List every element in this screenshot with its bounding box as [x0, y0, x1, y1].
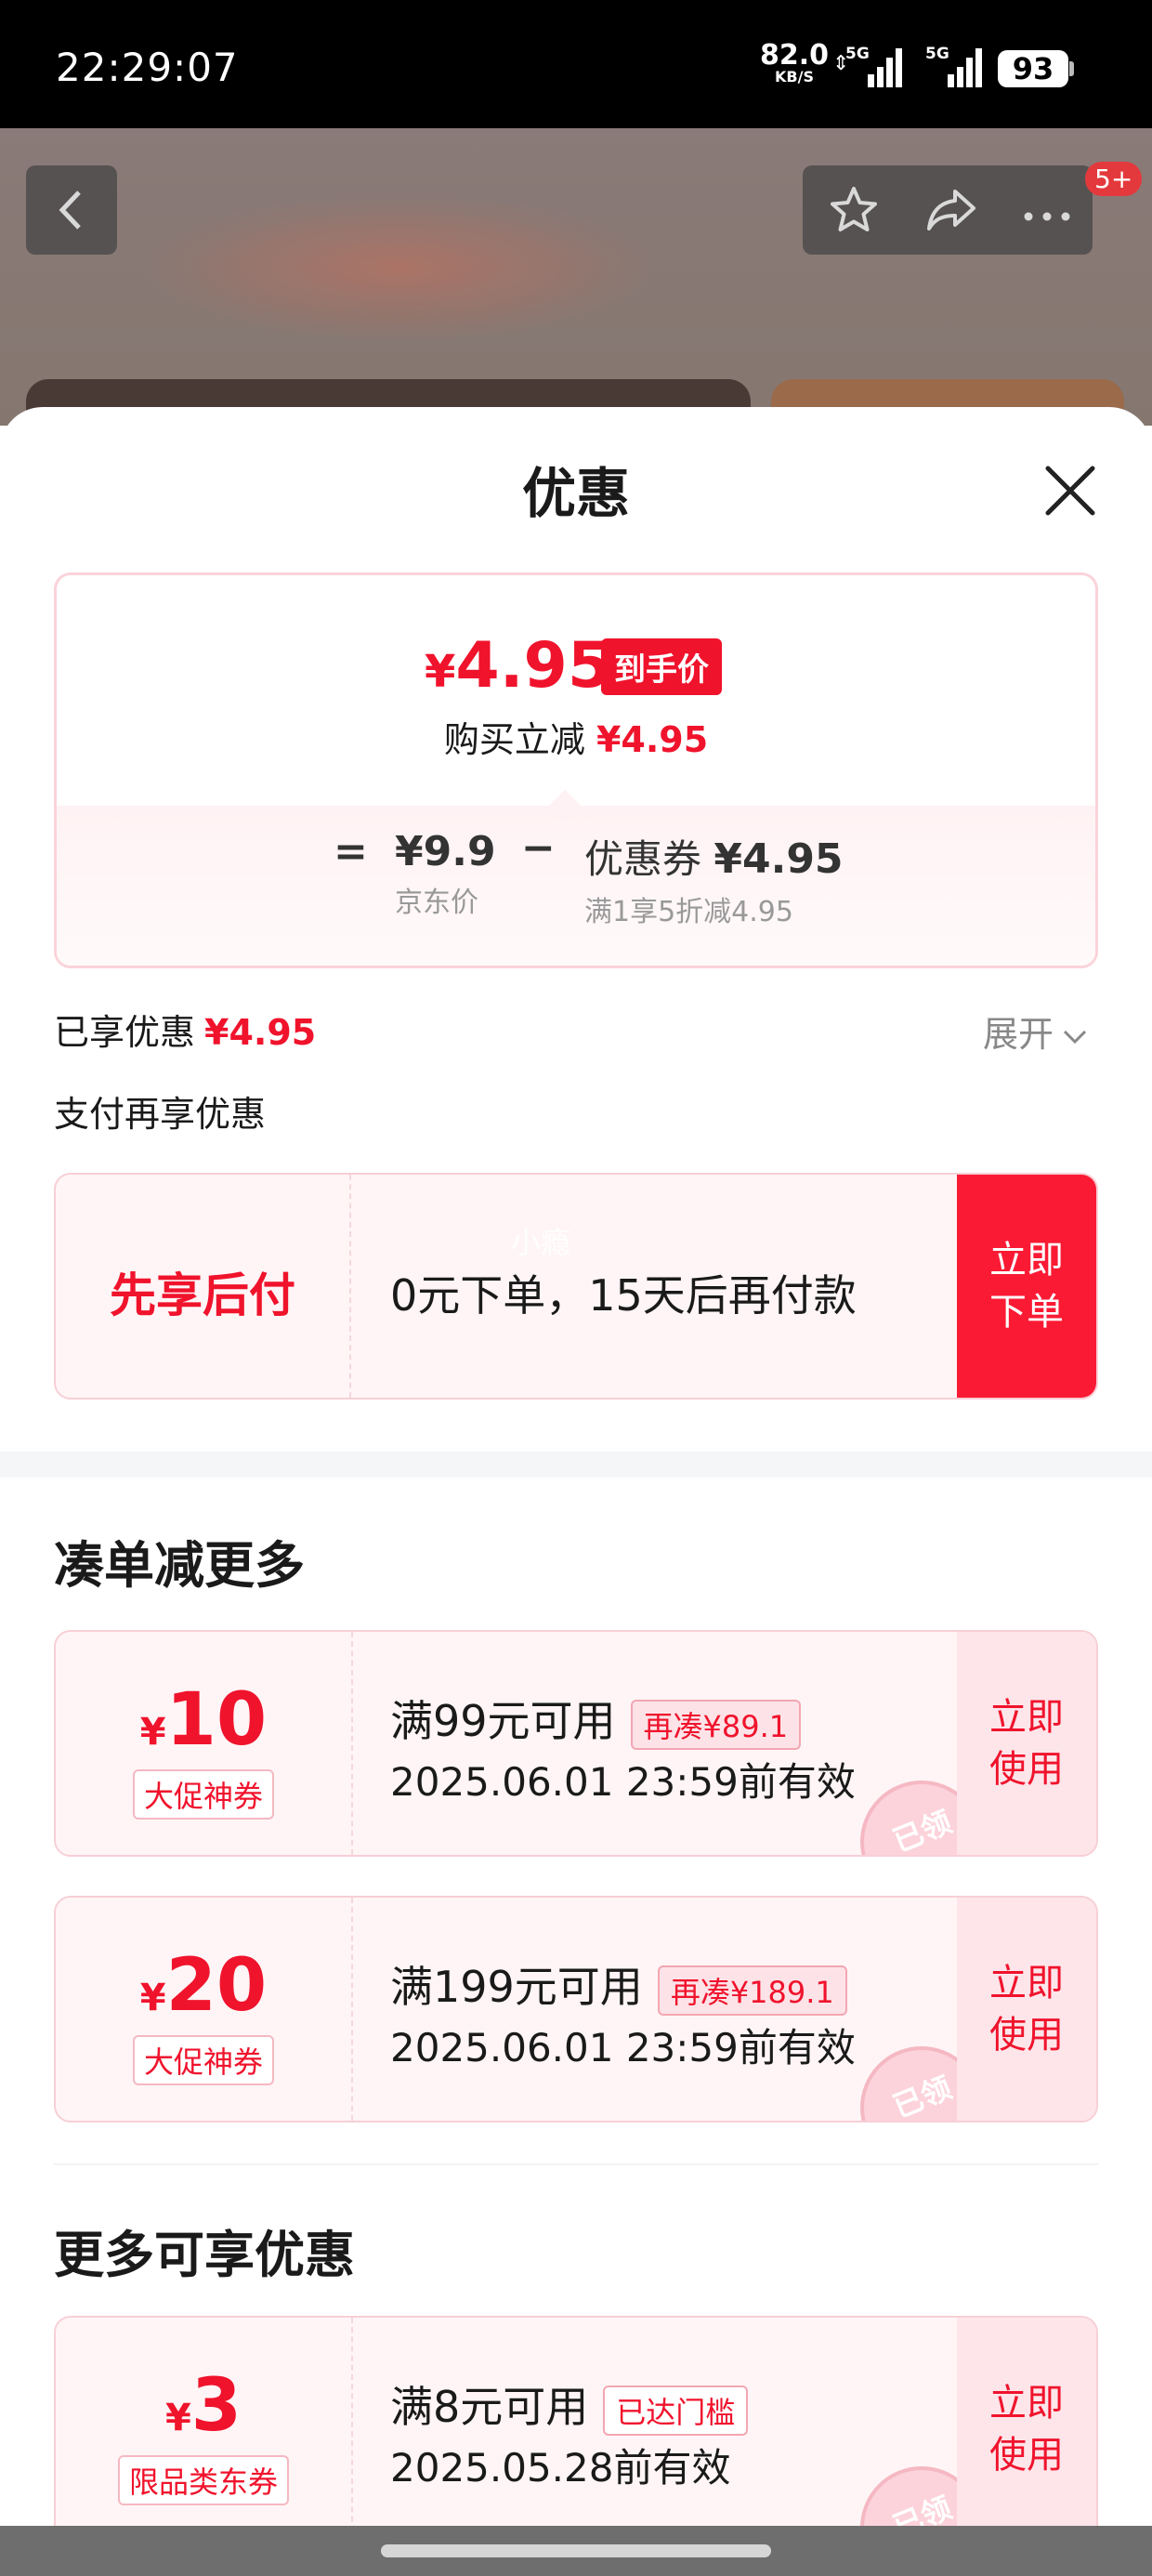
share-icon[interactable]: [914, 165, 988, 265]
pay-later-card: 先享后付 小瘾 0元下单，15天后再付款 立即下单: [54, 1173, 1098, 1400]
net-speed: 82.0 KB/S: [760, 42, 829, 85]
enjoyed-discount: 已享优惠 ¥4.95: [54, 1012, 317, 1053]
discount-sheet: 优惠 ¥4.95 到手价 购买立减 ¥4.95 = ¥9.9 京东价 − 优惠券…: [0, 407, 1152, 2526]
coupon-tag: 大促神券: [132, 1769, 275, 1820]
final-price-tag: 到手价: [601, 638, 722, 695]
home-indicator[interactable]: [381, 2544, 771, 2557]
system-nav-bar: [0, 2526, 1152, 2576]
coupon-card: ¥3 限品类东券 满8元可用 已达门槛 2025.05.28前有效 已领 立即使用: [54, 2316, 1098, 2526]
status-bar: 22:29:07 82.0 KB/S ⇕ 5G 5G 93: [0, 0, 1152, 128]
coupon-gap-pill: 再凑¥189.1: [657, 1965, 847, 2016]
status-time: 22:29:07: [56, 45, 239, 90]
coupon-card: ¥20 大促神券 满199元可用 再凑¥189.1 2025.06.01 23:5…: [54, 1896, 1098, 2123]
coupon-expiry: 2025.05.28前有效: [390, 2445, 731, 2491]
jd-price: ¥9.9 京东价: [395, 828, 496, 919]
background-product-page: 5+: [0, 128, 1152, 435]
watermark: 小瘾: [511, 1225, 571, 1260]
more-icon[interactable]: [1015, 165, 1080, 255]
pay-later-title: 先享后付: [110, 1268, 295, 1322]
use-now-button[interactable]: 立即使用: [957, 1632, 1096, 1855]
coupon-condition: 满8元可用 已达门槛: [390, 2373, 749, 2436]
chevron-down-icon: [1063, 1030, 1087, 1044]
threshold-reached-pill: 已达门槛: [603, 2385, 749, 2436]
signal-icon: 5G: [925, 45, 985, 87]
net-speed-value: 82.0: [760, 39, 830, 72]
use-now-button[interactable]: 立即使用: [957, 2318, 1096, 2526]
final-price: ¥4.95: [425, 629, 612, 703]
expand-button[interactable]: 展开: [983, 1005, 1089, 1057]
equals-sign: =: [334, 828, 368, 875]
coupon-tag: 限品类东券: [117, 2455, 290, 2505]
coupon-tag: 大促神券: [132, 2035, 275, 2085]
top-action-group: [803, 165, 1093, 255]
instant-reduce: 购买立减 ¥4.95: [443, 719, 709, 760]
sheet-title: 优惠: [521, 462, 630, 525]
coupon-deduction: 优惠券 ¥4.95 满1享5折减4.95: [584, 835, 844, 928]
pay-later-desc: 0元下单，15天后再付款: [390, 1270, 857, 1321]
chevron-left-icon: [26, 165, 117, 262]
close-icon: [1045, 466, 1095, 516]
coupon-amount: ¥10: [139, 1678, 268, 1762]
signal-icon: ⇕ 5G: [832, 45, 902, 87]
coupon-amount: ¥3: [164, 2364, 242, 2448]
section-title-extra: 更多可享优惠: [54, 2226, 355, 2284]
battery-icon: 93: [998, 50, 1074, 87]
coupon-condition: 满99元可用 再凑¥89.1: [390, 1688, 802, 1750]
close-button[interactable]: [1041, 461, 1100, 520]
coupon-gap-pill: 再凑¥89.1: [630, 1699, 802, 1750]
back-button[interactable]: [26, 165, 117, 255]
signal-label: 5G: [845, 45, 870, 63]
use-now-button[interactable]: 立即使用: [957, 1898, 1096, 2121]
coupon-condition: 满199元可用 再凑¥189.1: [390, 1953, 847, 2016]
price-summary-card: ¥4.95 到手价 购买立减 ¥4.95 = ¥9.9 京东价 − 优惠券 ¥4…: [54, 572, 1098, 968]
signal-label: 5G: [925, 45, 949, 63]
coupon-expiry: 2025.06.01 23:59前有效: [390, 1759, 856, 1805]
order-now-button[interactable]: 立即下单: [957, 1175, 1096, 1398]
section-divider: [0, 1452, 1152, 1478]
message-badge: 5+: [1085, 162, 1143, 196]
divider: [54, 2163, 1098, 2165]
pay-again-label: 支付再享优惠: [54, 1094, 267, 1135]
star-icon[interactable]: [821, 165, 886, 265]
coupon-amount: ¥20: [139, 1944, 268, 2028]
coupon-card: ¥10 大促神券 满99元可用 再凑¥89.1 2025.06.01 23:59前…: [54, 1630, 1098, 1857]
coupon-expiry: 2025.06.01 23:59前有效: [390, 2025, 856, 2070]
minus-sign: −: [521, 824, 556, 872]
section-title-more: 凑单减更多: [54, 1536, 305, 1595]
